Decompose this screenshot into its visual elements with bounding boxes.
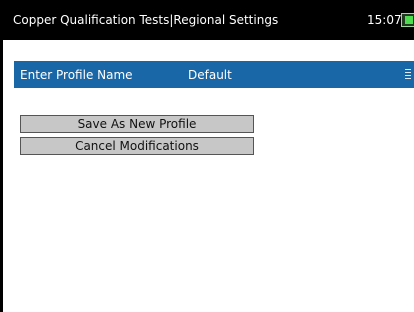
window-title: Copper Qualification Tests|Regional Sett… [13,13,279,27]
title-bar: Copper Qualification Tests|Regional Sett… [3,0,414,40]
profile-name-value[interactable]: Default [188,68,232,82]
keypad-grip-icon[interactable] [405,69,411,80]
profile-name-field[interactable]: Enter Profile Name Default [14,61,414,88]
window-left-border [0,0,3,312]
profile-name-label: Enter Profile Name [20,68,133,82]
cancel-modifications-button[interactable]: Cancel Modifications [20,137,254,155]
save-as-new-profile-button[interactable]: Save As New Profile [20,115,254,133]
clock: 15:07 [367,13,402,27]
battery-charging-icon [401,13,414,27]
